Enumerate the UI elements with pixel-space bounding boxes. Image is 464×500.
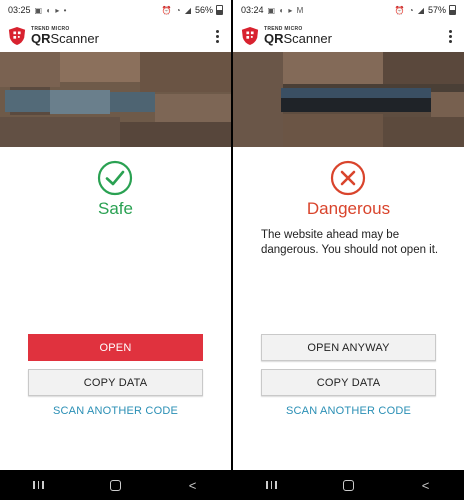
status-bar: 03:25 ▣ ◐ ▸ • ⏰ ◔ ◢ 56% [0, 0, 231, 20]
system-icons: ⏰ ◔ ◢ [161, 5, 192, 15]
result-status: Dangerous [306, 199, 391, 218]
trend-micro-logo-icon [8, 27, 26, 45]
warning-message: The website ahead may be dangerous. You … [261, 229, 439, 256]
check-circle-icon [97, 160, 133, 196]
battery-icon [216, 5, 223, 15]
open-anyway-button[interactable]: OPEN ANYWAY [261, 334, 436, 361]
result-status: Safe [98, 199, 133, 218]
app-brand: TREND MICRO QRScanner [264, 27, 332, 46]
open-button[interactable]: OPEN [28, 334, 203, 361]
x-circle-icon [330, 160, 366, 196]
status-time: 03:24 [241, 5, 264, 15]
camera-preview [0, 52, 231, 147]
trend-micro-logo-icon [241, 27, 259, 45]
brand-qr: QR [264, 31, 284, 46]
status-time: 03:25 [8, 5, 31, 15]
recents-icon[interactable] [262, 478, 282, 492]
safe-result-screen: 03:25 ▣ ◐ ▸ • ⏰ ◔ ◢ 56% TREND MICRO QRSc… [0, 0, 231, 500]
recents-icon[interactable] [29, 478, 49, 492]
home-icon [110, 479, 121, 491]
scan-another-code-link[interactable]: SCAN ANOTHER CODE [233, 405, 464, 417]
system-nav-bar: < [233, 470, 464, 500]
battery-percent: 56% [194, 5, 213, 15]
status-bar: 03:24 ▣ ◐ ▸ M ⏰ ◔ ◢ 57% [233, 0, 464, 20]
camera-preview [233, 52, 464, 147]
app-brand: TREND MICRO QRScanner [31, 27, 99, 46]
overflow-menu-icon[interactable] [444, 27, 456, 45]
battery-percent: 57% [427, 5, 446, 15]
back-icon: < [188, 477, 197, 493]
dangerous-result-screen: 03:24 ▣ ◐ ▸ M ⏰ ◔ ◢ 57% TREND MICRO QRSc… [233, 0, 464, 500]
home-button[interactable] [339, 478, 359, 492]
app-bar: TREND MICRO QRScanner [233, 20, 464, 52]
brand-qr: QR [31, 31, 51, 46]
brand-scanner: Scanner [283, 31, 332, 46]
notification-icons: ▣ ◐ ▸ • [34, 5, 68, 15]
scan-another-code-link[interactable]: SCAN ANOTHER CODE [0, 405, 231, 417]
notification-icons: ▣ ◐ ▸ M [267, 5, 305, 15]
brand-scanner: Scanner [50, 31, 99, 46]
back-icon: < [421, 477, 430, 493]
system-icons: ⏰ ◔ ◢ [394, 5, 425, 15]
battery-icon [449, 5, 456, 15]
home-icon [343, 479, 354, 491]
copy-data-button[interactable]: COPY DATA [28, 369, 203, 396]
home-button[interactable] [106, 478, 126, 492]
app-bar: TREND MICRO QRScanner [0, 20, 231, 52]
back-button[interactable]: < [183, 478, 203, 492]
system-nav-bar: < [0, 470, 231, 500]
copy-data-button[interactable]: COPY DATA [261, 369, 436, 396]
back-button[interactable]: < [416, 478, 436, 492]
overflow-menu-icon[interactable] [211, 27, 223, 45]
